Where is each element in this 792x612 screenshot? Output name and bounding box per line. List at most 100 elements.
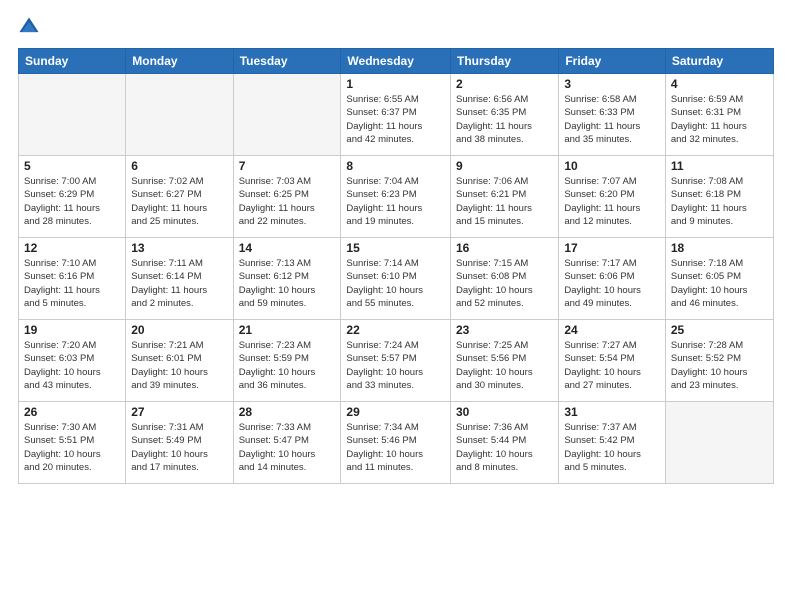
calendar-day-cell: 10 Sunrise: 7:07 AMSunset: 6:20 PMDayligh… — [559, 156, 666, 238]
calendar-day-cell — [19, 74, 126, 156]
calendar-day-cell: 12 Sunrise: 7:10 AMSunset: 6:16 PMDayligh… — [19, 238, 126, 320]
calendar-day-cell: 1 Sunrise: 6:55 AMSunset: 6:37 PMDaylight… — [341, 74, 451, 156]
day-info: Sunrise: 7:10 AMSunset: 6:16 PMDaylight:… — [24, 257, 120, 310]
header — [18, 16, 774, 38]
day-info: Sunrise: 7:08 AMSunset: 6:18 PMDaylight:… — [671, 175, 768, 228]
calendar-day-cell — [233, 74, 341, 156]
weekday-header-sunday: Sunday — [19, 49, 126, 74]
calendar-table: SundayMondayTuesdayWednesdayThursdayFrid… — [18, 48, 774, 484]
day-number: 14 — [239, 241, 336, 255]
calendar-day-cell — [665, 402, 773, 484]
day-number: 27 — [131, 405, 227, 419]
calendar-day-cell: 11 Sunrise: 7:08 AMSunset: 6:18 PMDayligh… — [665, 156, 773, 238]
weekday-header-saturday: Saturday — [665, 49, 773, 74]
day-info: Sunrise: 7:25 AMSunset: 5:56 PMDaylight:… — [456, 339, 553, 392]
day-info: Sunrise: 7:20 AMSunset: 6:03 PMDaylight:… — [24, 339, 120, 392]
calendar-day-cell: 25 Sunrise: 7:28 AMSunset: 5:52 PMDayligh… — [665, 320, 773, 402]
day-number: 17 — [564, 241, 660, 255]
day-info: Sunrise: 7:30 AMSunset: 5:51 PMDaylight:… — [24, 421, 120, 474]
day-info: Sunrise: 7:31 AMSunset: 5:49 PMDaylight:… — [131, 421, 227, 474]
page: SundayMondayTuesdayWednesdayThursdayFrid… — [0, 0, 792, 612]
calendar-day-cell: 2 Sunrise: 6:56 AMSunset: 6:35 PMDaylight… — [451, 74, 559, 156]
day-info: Sunrise: 7:17 AMSunset: 6:06 PMDaylight:… — [564, 257, 660, 310]
day-number: 22 — [346, 323, 445, 337]
calendar-day-cell: 22 Sunrise: 7:24 AMSunset: 5:57 PMDayligh… — [341, 320, 451, 402]
day-number: 1 — [346, 77, 445, 91]
calendar-week-row: 19Sunrise: 7:20 AMSunset: 6:03 PMDayligh… — [19, 320, 774, 402]
day-info: Sunrise: 7:13 AMSunset: 6:12 PMDaylight:… — [239, 257, 336, 310]
calendar-day-cell: 28Sunrise: 7:33 AMSunset: 5:47 PMDayligh… — [233, 402, 341, 484]
day-info: Sunrise: 6:59 AMSunset: 6:31 PMDaylight:… — [671, 93, 768, 146]
day-number: 24 — [564, 323, 660, 337]
day-number: 15 — [346, 241, 445, 255]
calendar-day-cell: 4 Sunrise: 6:59 AMSunset: 6:31 PMDaylight… — [665, 74, 773, 156]
calendar-day-cell: 24 Sunrise: 7:27 AMSunset: 5:54 PMDayligh… — [559, 320, 666, 402]
day-number: 13 — [131, 241, 227, 255]
day-number: 4 — [671, 77, 768, 91]
day-number: 26 — [24, 405, 120, 419]
logo-icon — [18, 16, 40, 38]
calendar-day-cell: 8 Sunrise: 7:04 AMSunset: 6:23 PMDaylight… — [341, 156, 451, 238]
calendar-day-cell: 19Sunrise: 7:20 AMSunset: 6:03 PMDayligh… — [19, 320, 126, 402]
day-number: 8 — [346, 159, 445, 173]
calendar-day-cell: 14 Sunrise: 7:13 AMSunset: 6:12 PMDayligh… — [233, 238, 341, 320]
calendar-day-cell: 20Sunrise: 7:21 AMSunset: 6:01 PMDayligh… — [126, 320, 233, 402]
calendar-day-cell: 31 Sunrise: 7:37 AMSunset: 5:42 PMDayligh… — [559, 402, 666, 484]
day-number: 5 — [24, 159, 120, 173]
day-number: 23 — [456, 323, 553, 337]
day-number: 25 — [671, 323, 768, 337]
day-info: Sunrise: 7:18 AMSunset: 6:05 PMDaylight:… — [671, 257, 768, 310]
day-number: 29 — [346, 405, 445, 419]
day-info: Sunrise: 7:23 AMSunset: 5:59 PMDaylight:… — [239, 339, 336, 392]
day-number: 2 — [456, 77, 553, 91]
day-number: 12 — [24, 241, 120, 255]
day-info: Sunrise: 7:21 AMSunset: 6:01 PMDaylight:… — [131, 339, 227, 392]
calendar-week-row: 1 Sunrise: 6:55 AMSunset: 6:37 PMDaylight… — [19, 74, 774, 156]
day-number: 18 — [671, 241, 768, 255]
day-info: Sunrise: 7:02 AMSunset: 6:27 PMDaylight:… — [131, 175, 227, 228]
calendar-header-row: SundayMondayTuesdayWednesdayThursdayFrid… — [19, 49, 774, 74]
day-info: Sunrise: 7:24 AMSunset: 5:57 PMDaylight:… — [346, 339, 445, 392]
day-info: Sunrise: 7:11 AMSunset: 6:14 PMDaylight:… — [131, 257, 227, 310]
day-info: Sunrise: 7:36 AMSunset: 5:44 PMDaylight:… — [456, 421, 553, 474]
day-number: 7 — [239, 159, 336, 173]
calendar-day-cell — [126, 74, 233, 156]
calendar-day-cell: 30 Sunrise: 7:36 AMSunset: 5:44 PMDayligh… — [451, 402, 559, 484]
calendar-day-cell: 27 Sunrise: 7:31 AMSunset: 5:49 PMDayligh… — [126, 402, 233, 484]
weekday-header-wednesday: Wednesday — [341, 49, 451, 74]
calendar-day-cell: 23 Sunrise: 7:25 AMSunset: 5:56 PMDayligh… — [451, 320, 559, 402]
calendar-day-cell: 5Sunrise: 7:00 AMSunset: 6:29 PMDaylight… — [19, 156, 126, 238]
calendar-week-row: 26 Sunrise: 7:30 AMSunset: 5:51 PMDayligh… — [19, 402, 774, 484]
calendar-day-cell: 6 Sunrise: 7:02 AMSunset: 6:27 PMDaylight… — [126, 156, 233, 238]
calendar-day-cell: 7Sunrise: 7:03 AMSunset: 6:25 PMDaylight… — [233, 156, 341, 238]
day-number: 10 — [564, 159, 660, 173]
calendar-week-row: 12 Sunrise: 7:10 AMSunset: 6:16 PMDayligh… — [19, 238, 774, 320]
weekday-header-tuesday: Tuesday — [233, 49, 341, 74]
calendar-day-cell: 15 Sunrise: 7:14 AMSunset: 6:10 PMDayligh… — [341, 238, 451, 320]
day-info: Sunrise: 6:55 AMSunset: 6:37 PMDaylight:… — [346, 93, 445, 146]
day-info: Sunrise: 7:07 AMSunset: 6:20 PMDaylight:… — [564, 175, 660, 228]
day-info: Sunrise: 7:33 AMSunset: 5:47 PMDaylight:… — [239, 421, 336, 474]
day-info: Sunrise: 7:04 AMSunset: 6:23 PMDaylight:… — [346, 175, 445, 228]
day-number: 30 — [456, 405, 553, 419]
day-number: 31 — [564, 405, 660, 419]
day-number: 6 — [131, 159, 227, 173]
calendar-week-row: 5Sunrise: 7:00 AMSunset: 6:29 PMDaylight… — [19, 156, 774, 238]
day-info: Sunrise: 6:56 AMSunset: 6:35 PMDaylight:… — [456, 93, 553, 146]
weekday-header-monday: Monday — [126, 49, 233, 74]
day-info: Sunrise: 7:34 AMSunset: 5:46 PMDaylight:… — [346, 421, 445, 474]
calendar-day-cell: 18 Sunrise: 7:18 AMSunset: 6:05 PMDayligh… — [665, 238, 773, 320]
calendar-day-cell: 17 Sunrise: 7:17 AMSunset: 6:06 PMDayligh… — [559, 238, 666, 320]
weekday-header-thursday: Thursday — [451, 49, 559, 74]
day-info: Sunrise: 7:06 AMSunset: 6:21 PMDaylight:… — [456, 175, 553, 228]
day-info: Sunrise: 7:27 AMSunset: 5:54 PMDaylight:… — [564, 339, 660, 392]
day-info: Sunrise: 7:15 AMSunset: 6:08 PMDaylight:… — [456, 257, 553, 310]
day-info: Sunrise: 7:28 AMSunset: 5:52 PMDaylight:… — [671, 339, 768, 392]
day-info: Sunrise: 7:37 AMSunset: 5:42 PMDaylight:… — [564, 421, 660, 474]
calendar-day-cell: 9Sunrise: 7:06 AMSunset: 6:21 PMDaylight… — [451, 156, 559, 238]
day-info: Sunrise: 7:14 AMSunset: 6:10 PMDaylight:… — [346, 257, 445, 310]
weekday-header-friday: Friday — [559, 49, 666, 74]
calendar-day-cell: 26 Sunrise: 7:30 AMSunset: 5:51 PMDayligh… — [19, 402, 126, 484]
day-number: 11 — [671, 159, 768, 173]
calendar-day-cell: 3Sunrise: 6:58 AMSunset: 6:33 PMDaylight… — [559, 74, 666, 156]
